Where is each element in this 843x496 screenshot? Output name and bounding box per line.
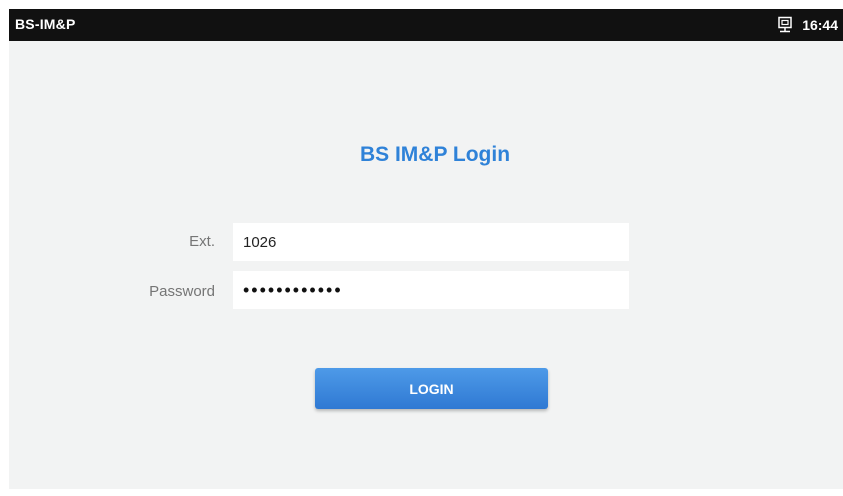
login-screen: BS-IM&P 16:44 BS IM&P Login Ext. Passwor… <box>9 9 843 489</box>
ext-label: Ext. <box>189 233 215 250</box>
clock: 16:44 <box>802 17 838 33</box>
password-field[interactable] <box>233 271 629 309</box>
password-label: Password <box>149 283 215 300</box>
ethernet-icon <box>776 16 794 34</box>
login-button[interactable]: LOGIN <box>315 368 548 409</box>
status-bar: BS-IM&P 16:44 <box>9 9 843 41</box>
app-title: BS-IM&P <box>15 16 76 32</box>
status-indicators: 16:44 <box>776 16 838 34</box>
ext-field[interactable] <box>233 223 629 261</box>
login-title: BS IM&P Login <box>359 143 511 166</box>
